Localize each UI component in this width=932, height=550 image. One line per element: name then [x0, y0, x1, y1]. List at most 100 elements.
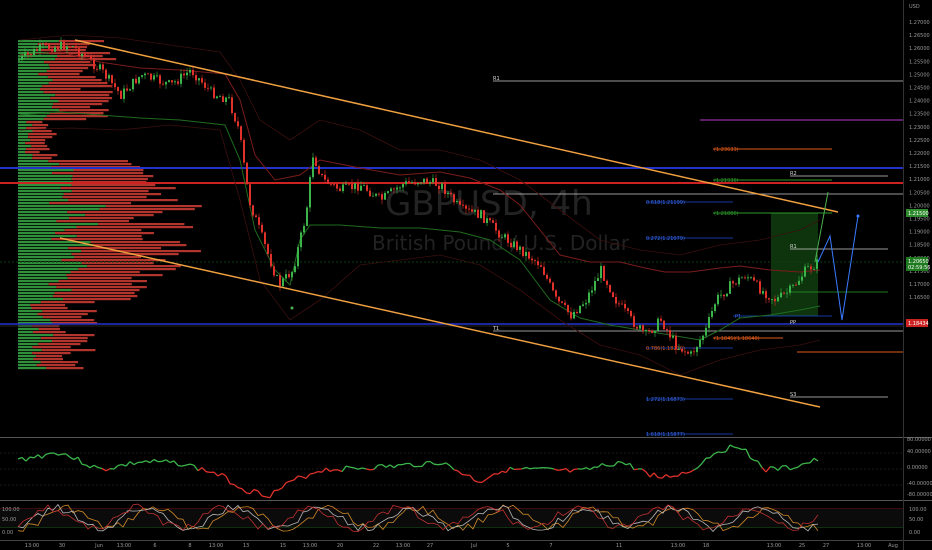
candle-body — [546, 274, 548, 279]
volume-profile-bar-down — [38, 343, 81, 346]
volume-profile-bar-up — [18, 295, 54, 298]
volume-profile-bar-down — [40, 88, 81, 91]
volume-profile-bar-down — [31, 145, 48, 148]
candle-body — [756, 280, 758, 282]
candle-body — [552, 282, 554, 291]
label-1-1864: (1.18640) — [735, 336, 760, 342]
candle-body — [636, 327, 638, 329]
label-0272: 0.272(1.21079) — [646, 236, 685, 242]
price-tick: 1.17000 — [909, 282, 930, 288]
volume-profile-bar-up — [18, 259, 62, 262]
candle-body — [402, 184, 404, 188]
candle-body — [498, 230, 500, 238]
candle-body — [300, 232, 302, 248]
volume-profile-bar-up — [18, 223, 99, 226]
candle-body — [777, 297, 779, 302]
candle-body — [522, 246, 524, 256]
volume-profile-bar-up — [18, 298, 63, 301]
volume-profile-bar-up — [18, 235, 77, 238]
time-tick: 13:00 — [25, 543, 39, 549]
volume-profile-bar-up — [18, 304, 31, 307]
symbol-watermark: GBPUSD, 4h — [385, 184, 593, 224]
oscillator-segment — [529, 467, 535, 470]
time-tick: 18 — [703, 543, 709, 549]
oscillator-segment — [633, 468, 639, 471]
volume-profile-bar-up — [18, 40, 59, 43]
candle-body — [90, 56, 92, 60]
candle-body — [582, 304, 584, 306]
candle-body — [243, 139, 245, 163]
candle-body — [453, 194, 455, 203]
candle-body — [651, 330, 653, 333]
candle-body — [63, 41, 65, 50]
candle-body — [492, 220, 494, 223]
time-tick: 13:00 — [117, 543, 131, 549]
candle-body — [330, 183, 332, 185]
volume-profile-bar-down — [40, 301, 95, 304]
time-tick: 13:00 — [303, 543, 317, 549]
volume-profile-bar-up — [18, 283, 49, 286]
volume-profile-bar-down — [64, 229, 142, 232]
volume-profile-bar-up — [18, 307, 32, 310]
volume-profile-bar-down — [42, 310, 97, 313]
candle-body — [708, 317, 710, 328]
volume-profile-bar-up — [18, 55, 57, 58]
candle-body — [645, 330, 647, 331]
candle-body — [162, 83, 164, 85]
candle-body — [96, 68, 98, 70]
volume-profile-bar-down — [43, 118, 87, 121]
time-axis[interactable]: 13:00 30 Jun 13:00 6 8 13:00 13 15 13:00 20 22 13:00… — [25, 543, 898, 549]
price-tick: 1.20000 — [909, 203, 930, 209]
candle-body — [135, 78, 137, 84]
candle-body — [408, 181, 410, 183]
candle-body — [213, 87, 215, 99]
candle-body — [327, 179, 329, 184]
volume-profile-bar-up — [18, 217, 69, 220]
candle-body — [39, 44, 41, 51]
volume-profile-bar-down — [32, 124, 49, 127]
volume-profile-bar-down — [32, 130, 52, 133]
candle-body — [594, 281, 596, 291]
candle-body — [228, 97, 230, 99]
candle-body — [699, 340, 701, 347]
price-tick: 1.25500 — [909, 59, 930, 65]
oscillator-segment — [317, 470, 323, 473]
volume-profile-bar-up — [18, 244, 94, 247]
candle-body — [417, 183, 419, 185]
candle-body — [366, 185, 368, 191]
candle-body — [804, 266, 806, 277]
volume-profile-bar-down — [67, 277, 132, 280]
candle-body — [222, 96, 224, 102]
candle-body — [489, 218, 491, 221]
time-tick: Aug — [888, 543, 898, 549]
volume-profile-bar-up — [18, 286, 57, 289]
volume-profile-bar-up — [18, 94, 56, 97]
volume-profile-bar-down — [36, 355, 63, 358]
candle-body — [60, 41, 62, 49]
candle-body — [591, 290, 593, 293]
candle-body — [30, 54, 32, 55]
candle-body — [207, 87, 209, 89]
label-1-2188: (1.21880) — [714, 211, 739, 217]
chart-canvas[interactable]: GBPUSD, 4h British Pound / U.S. Dollar R… — [0, 0, 932, 550]
candle-body — [372, 195, 374, 197]
volume-profile-bar-up — [18, 124, 33, 127]
candle-body — [477, 209, 479, 218]
volume-profile-bar-down — [38, 328, 60, 331]
volume-profile-bar-down — [32, 331, 66, 334]
candle-body — [561, 301, 563, 303]
candle-body — [156, 75, 158, 77]
volume-profile-bar-up — [18, 142, 26, 145]
candle-body — [753, 277, 755, 281]
volume-profile-bar-down — [53, 103, 103, 106]
time-tick: 22 — [373, 543, 379, 549]
volume-profile-bar-down — [67, 211, 163, 214]
volume-profile-bar-up — [18, 46, 49, 49]
candle-body — [759, 281, 761, 294]
price-tag-green-text: 1.21500 — [908, 211, 929, 217]
oscillator-axis: 80.00000 40.00000 0.00000 -40.00000 -80.0000… — [907, 437, 932, 498]
candle-body — [27, 52, 29, 55]
candle-body — [663, 320, 665, 330]
candle-body — [117, 87, 119, 91]
candle-body — [789, 285, 791, 293]
